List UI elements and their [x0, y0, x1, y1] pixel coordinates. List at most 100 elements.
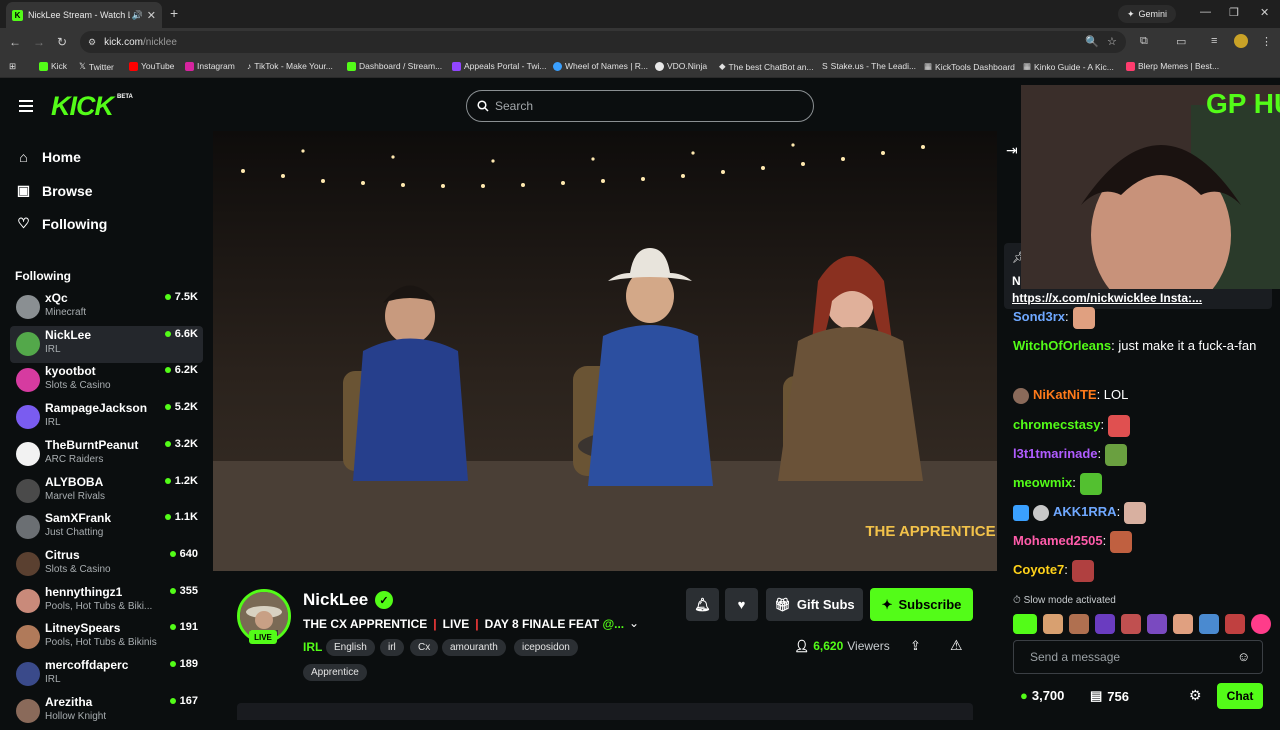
profile-avatar[interactable] [1234, 34, 1248, 48]
channel-points[interactable]: ● 3,700 [1020, 688, 1064, 703]
stream-category[interactable]: IRL [303, 640, 322, 654]
emote-icon[interactable] [1095, 614, 1115, 634]
chat-username[interactable]: Sond3rx [1013, 309, 1065, 324]
nav-browse[interactable]: ▣ Browse [16, 182, 93, 199]
site-info-icon[interactable]: ⚙ [88, 37, 96, 48]
following-item[interactable]: kyootbot Slots & Casino 6.2K [10, 362, 203, 399]
new-tab-button[interactable]: + [170, 5, 178, 21]
speaker-icon[interactable]: 🔊 [132, 10, 143, 21]
close-tab-icon[interactable]: ✕ [147, 9, 156, 22]
following-item[interactable]: Arezitha Hollow Knight 167 [10, 693, 203, 730]
subscribe-button[interactable]: ✦ Subscribe [870, 588, 973, 621]
emoji-picker-icon[interactable]: ☺ [1237, 649, 1250, 664]
bookmark-kinko[interactable]: ▦ Kinko Guide - A Kic... [1023, 61, 1114, 72]
bookmark-stake[interactable]: S Stake.us - The Leadi... [822, 61, 916, 71]
nav-home[interactable]: ⌂ Home [16, 149, 81, 165]
following-item[interactable]: xQc Minecraft 7.5K [10, 289, 203, 326]
chat-username[interactable]: Coyote7 [1013, 562, 1064, 577]
bookmark-blerp[interactable]: Blerp Memes | Best... [1126, 61, 1219, 71]
following-item[interactable]: NickLee IRL 6.6K [10, 325, 203, 363]
tag-apprentice[interactable]: Apprentice [303, 664, 367, 681]
title-mention[interactable]: @... [602, 617, 624, 631]
following-item[interactable]: Citrus Slots & Casino 640 [10, 546, 203, 583]
bookmark-vdoninja[interactable]: VDO.Ninja [655, 61, 707, 71]
browser-tab[interactable]: K NickLee Stream - Watch Li 🔊 ✕ [6, 2, 162, 28]
bookmark-appeals[interactable]: Appeals Portal - Twi... [452, 61, 547, 71]
bookmark-star-icon[interactable]: ☆ [1107, 35, 1117, 48]
chat-username[interactable]: chromecstasy [1013, 417, 1100, 432]
following-item[interactable]: ALYBOBA Marvel Rivals 1.2K [10, 473, 203, 510]
tag-iceposidon[interactable]: iceposidon [514, 639, 578, 656]
emote-icon[interactable] [1069, 614, 1089, 634]
share-icon[interactable]: ⇪ [910, 638, 921, 654]
following-item[interactable]: RampageJackson IRL 5.2K [10, 399, 203, 436]
chat-message[interactable]: NiKatNiTE: LOL [1013, 384, 1271, 405]
following-item[interactable]: hennythingz1 Pools, Hot Tubs & Biki... 355 [10, 583, 203, 620]
emote-heart-icon[interactable] [1251, 614, 1271, 634]
chat-username[interactable]: WitchOfOrleans [1013, 338, 1111, 353]
emote-icon[interactable] [1173, 614, 1193, 634]
emote-icon[interactable] [1199, 614, 1219, 634]
store-button[interactable]: ▤ 756 [1090, 688, 1129, 704]
chat-send-button[interactable]: Chat [1217, 683, 1263, 709]
search-box[interactable] [466, 90, 814, 122]
chat-message[interactable]: Coyote7: [1013, 559, 1271, 582]
bookmark-chatbot[interactable]: ◆ The best ChatBot an... [719, 61, 814, 72]
bookmark-youtube[interactable]: YouTube [129, 61, 174, 71]
menu-kebab-icon[interactable]: ⋮ [1261, 35, 1272, 48]
chat-username[interactable]: NiKatNiTE [1033, 387, 1097, 402]
chat-message[interactable]: chromecstasy: [1013, 414, 1271, 437]
gemini-button[interactable]: ✦ Gemini [1118, 5, 1177, 23]
back-button[interactable]: ← [9, 35, 21, 49]
chat-message-input[interactable] [1013, 640, 1263, 674]
tag-irl[interactable]: irl [380, 639, 404, 656]
zoom-icon[interactable]: 🔍 [1085, 35, 1099, 48]
bookmark-tiktok[interactable]: ♪ TikTok - Make Your... [247, 61, 333, 71]
restore-button[interactable]: ❐ [1229, 6, 1239, 19]
tag-amouranth[interactable]: amouranth [442, 639, 506, 656]
tag-english[interactable]: English [326, 639, 375, 656]
emote-icon[interactable] [1225, 614, 1245, 634]
emote-icon[interactable] [1043, 614, 1063, 634]
chat-message[interactable]: l3t1tmarinade: [1013, 443, 1271, 466]
collapse-chat-icon[interactable]: ⇥ [1006, 142, 1018, 159]
gift-subs-button[interactable]: 🎁︎ Gift Subs [766, 588, 863, 621]
reload-button[interactable]: ↻ [57, 35, 67, 49]
forward-button[interactable]: → [33, 35, 45, 49]
search-input[interactable] [495, 99, 795, 113]
bookmark-dashboard[interactable]: Dashboard / Stream... [347, 61, 442, 71]
following-item[interactable]: LitneySpears Pools, Hot Tubs & Bikinis 191 [10, 619, 203, 656]
expand-title-chevron-icon[interactable]: ⌄ [629, 616, 639, 630]
chat-username[interactable]: Mohamed2505 [1013, 533, 1103, 548]
notification-bell-button[interactable]: 🔔︎ [686, 588, 719, 621]
streamer-name[interactable]: NickLee [303, 590, 368, 610]
chat-username[interactable]: l3t1tmarinade [1013, 446, 1098, 461]
video-player[interactable]: THE APPRENTICE CX [213, 131, 997, 571]
bookmark-instagram[interactable]: Instagram [185, 61, 235, 71]
chat-username[interactable]: AKK1RRA [1053, 504, 1117, 519]
emote-icon[interactable] [1147, 614, 1167, 634]
bookmark-kick[interactable]: Kick [39, 61, 67, 71]
close-window-button[interactable]: ✕ [1260, 6, 1269, 19]
nav-following[interactable]: ♡ Following [16, 215, 107, 232]
tag-cx[interactable]: Cx [410, 639, 439, 656]
bookmark-kicktools[interactable]: ▦ KickTools Dashboard [924, 61, 1015, 72]
following-item[interactable]: mercoffdaperc IRL 189 [10, 656, 203, 693]
kick-logo[interactable]: KICK [51, 91, 114, 122]
media-icon[interactable]: ≡ [1211, 35, 1217, 47]
bookmark-twitter[interactable]: 𝕏 Twitter [79, 61, 114, 72]
chat-message[interactable]: WitchOfOrleans: just make it a fuck-a-fa… [1013, 335, 1271, 356]
extensions-icon[interactable]: ⧉ [1140, 35, 1148, 48]
hamburger-menu-icon[interactable] [19, 100, 33, 112]
cast-icon[interactable]: ▭ [1176, 35, 1186, 48]
chat-message[interactable]: Sond3rx: [1013, 306, 1271, 329]
pinned-link[interactable]: https://x.com/nickwicklee Insta:... [1012, 291, 1202, 305]
emote-kick-icon[interactable] [1013, 614, 1037, 634]
url-bar[interactable]: ⚙ kick.com/nicklee [80, 31, 1126, 53]
chat-message[interactable]: meowmix: [1013, 472, 1271, 495]
following-item[interactable]: SamXFrank Just Chatting 1.1K [10, 509, 203, 546]
chat-settings-gear-icon[interactable]: ⚙ [1189, 687, 1202, 704]
follow-heart-button[interactable]: ♥ [725, 588, 758, 621]
minimize-button[interactable]: — [1200, 6, 1211, 18]
bookmark-wheel[interactable]: Wheel of Names | R... [553, 61, 648, 71]
